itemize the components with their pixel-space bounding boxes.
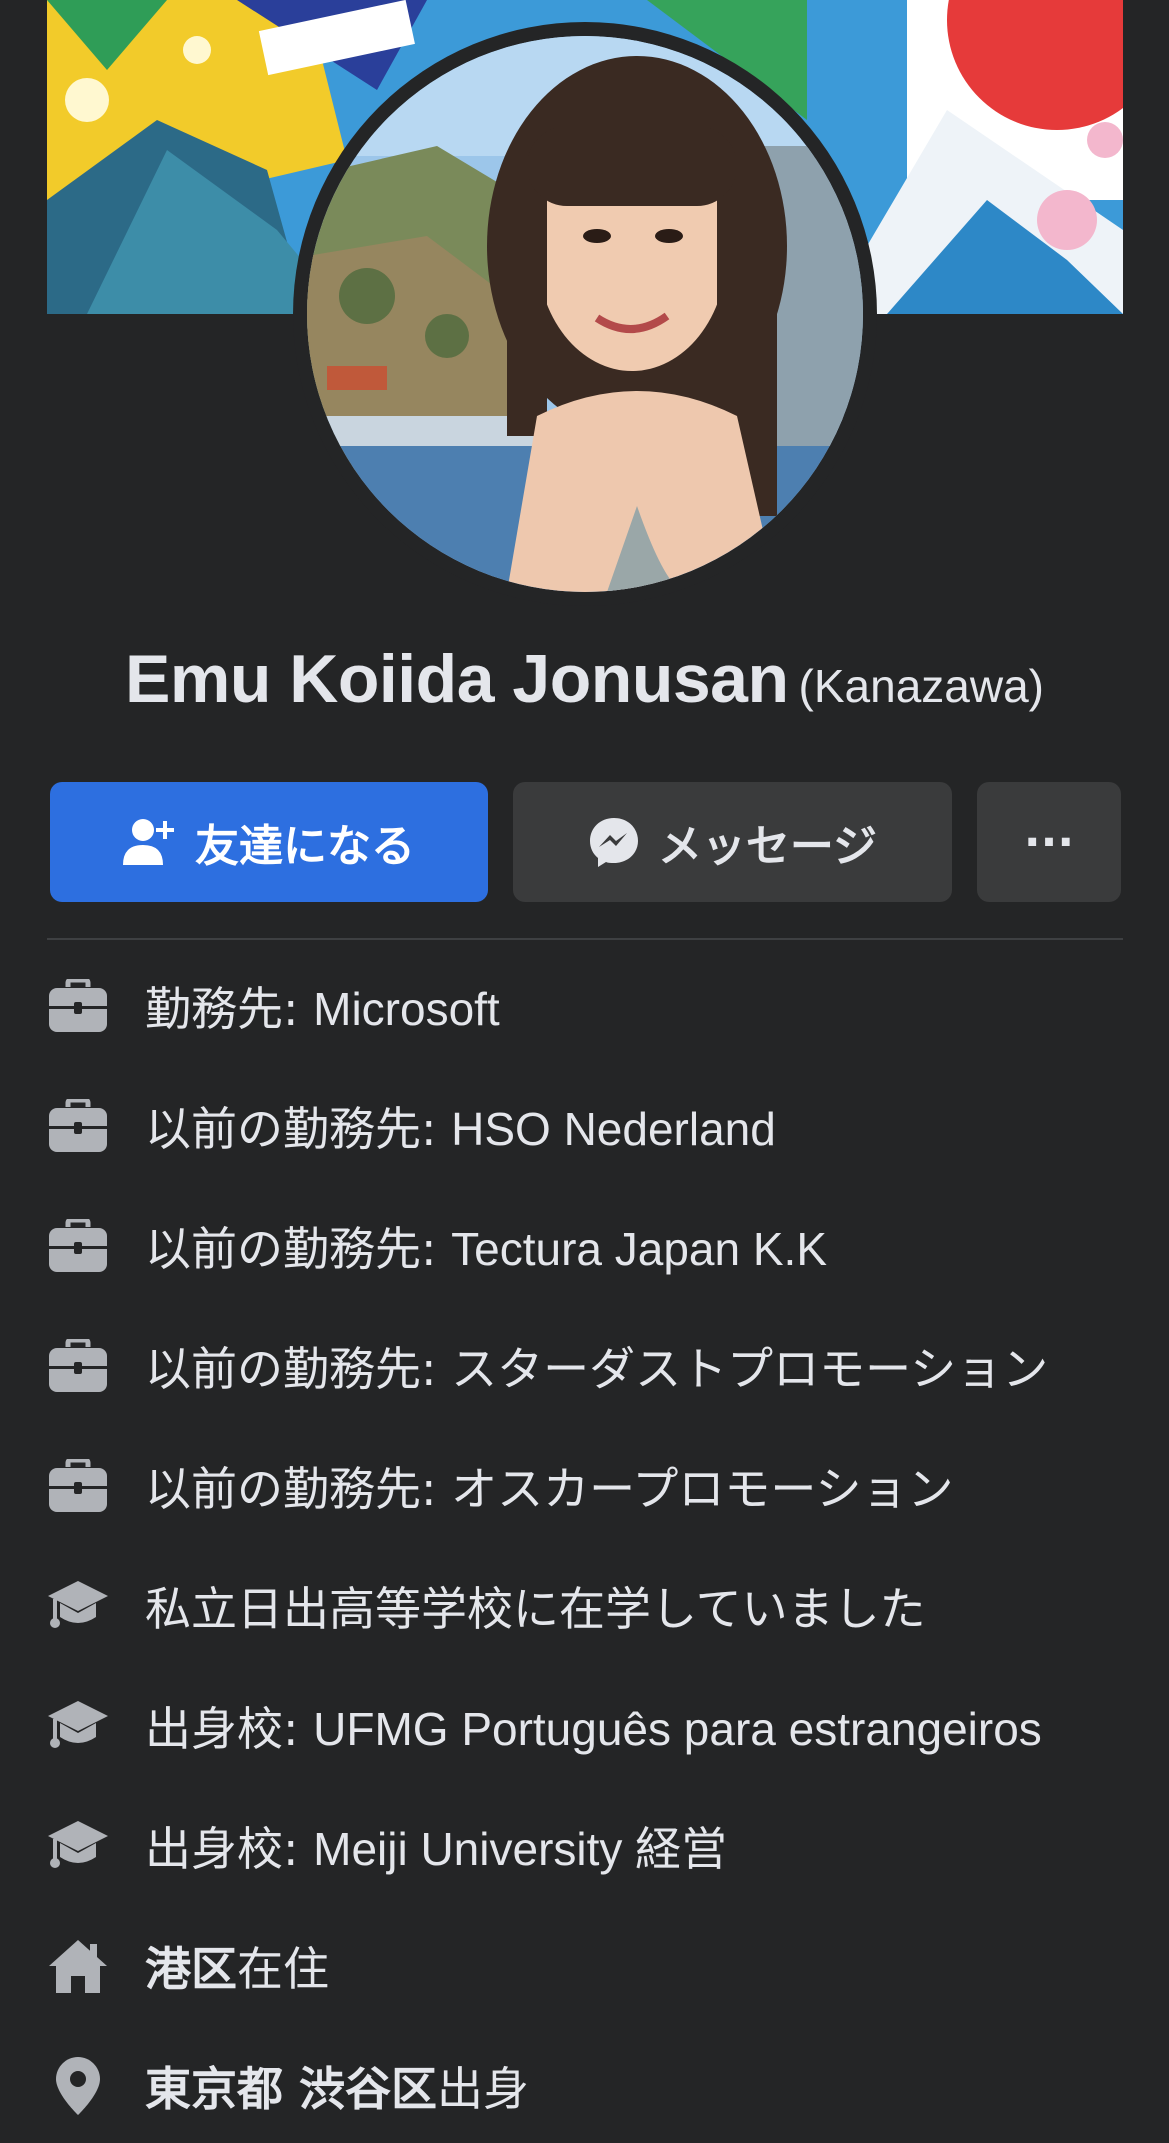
intro-item-education[interactable]: 出身校: Meiji University 経営 xyxy=(47,1806,1147,1886)
intro-item-education[interactable]: 私立日出高等学校に在学していました xyxy=(47,1566,1147,1646)
location-pin-icon xyxy=(47,2055,109,2117)
briefcase-icon xyxy=(47,1335,109,1397)
intro-item-text: 出身校: UFMG Português para estrangeiros xyxy=(145,1702,1042,1756)
alternate-name: (Kanazawa) xyxy=(798,660,1044,712)
intro-item-text: 私立日出高等学校に在学していました xyxy=(145,1582,926,1636)
intro-item-text: 以前の勤務先: オスカープロモーション xyxy=(145,1462,954,1516)
intro-item-work[interactable]: 以前の勤務先: オスカープロモーション xyxy=(47,1446,1147,1526)
divider xyxy=(47,938,1123,940)
add-friend-icon xyxy=(123,817,177,867)
avatar-image xyxy=(307,36,863,592)
home-icon xyxy=(47,1935,109,1997)
intro-item-text: 出身校: Meiji University 経営 xyxy=(145,1822,728,1876)
avatar xyxy=(307,36,863,592)
more-options-icon: ··· xyxy=(1023,816,1075,868)
profile-page: Emu Koiida Jonusan (Kanazawa) 友達になる メッセージ… xyxy=(0,0,1169,2143)
more-options-button[interactable]: ··· xyxy=(977,782,1121,902)
intro-item-text: 以前の勤務先: スターダストプロモーション xyxy=(145,1342,1049,1396)
profile-name-row: Emu Koiida Jonusan (Kanazawa) xyxy=(0,640,1169,718)
intro-item-work[interactable]: 以前の勤務先: HSO Nederland xyxy=(47,1086,1147,1166)
intro-item-work[interactable]: 以前の勤務先: スターダストプロモーション xyxy=(47,1326,1147,1406)
graduation-cap-icon xyxy=(47,1695,109,1757)
add-friend-button[interactable]: 友達になる xyxy=(50,782,488,902)
briefcase-icon xyxy=(47,1215,109,1277)
intro-item-education[interactable]: 出身校: UFMG Português para estrangeiros xyxy=(47,1686,1147,1766)
intro-item-current-city[interactable]: 港区在住 xyxy=(47,1926,1147,2006)
intro-item-hometown[interactable]: 東京都 渋谷区出身 xyxy=(47,2046,1147,2126)
messenger-icon xyxy=(588,816,640,868)
graduation-cap-icon xyxy=(47,1575,109,1637)
message-label: メッセージ xyxy=(657,821,878,872)
briefcase-icon xyxy=(47,1455,109,1517)
intro-item-text: 以前の勤務先: HSO Nederland xyxy=(145,1102,776,1156)
message-button[interactable]: メッセージ xyxy=(513,782,952,902)
intro-item-text: 港区在住 xyxy=(145,1942,329,1996)
briefcase-icon xyxy=(47,1095,109,1157)
intro-item-text: 東京都 渋谷区出身 xyxy=(145,2062,530,2116)
intro-item-text: 以前の勤務先: Tectura Japan K.K xyxy=(145,1222,828,1276)
add-friend-label: 友達になる xyxy=(195,821,415,872)
graduation-cap-icon xyxy=(47,1815,109,1877)
profile-name: Emu Koiida Jonusan xyxy=(125,641,789,717)
profile-picture[interactable] xyxy=(293,22,877,606)
intro-item-text: 勤務先: Microsoft xyxy=(145,982,500,1036)
briefcase-icon xyxy=(47,975,109,1037)
intro-item-work[interactable]: 勤務先: Microsoft xyxy=(47,966,1147,1046)
intro-item-work[interactable]: 以前の勤務先: Tectura Japan K.K xyxy=(47,1206,1147,1286)
